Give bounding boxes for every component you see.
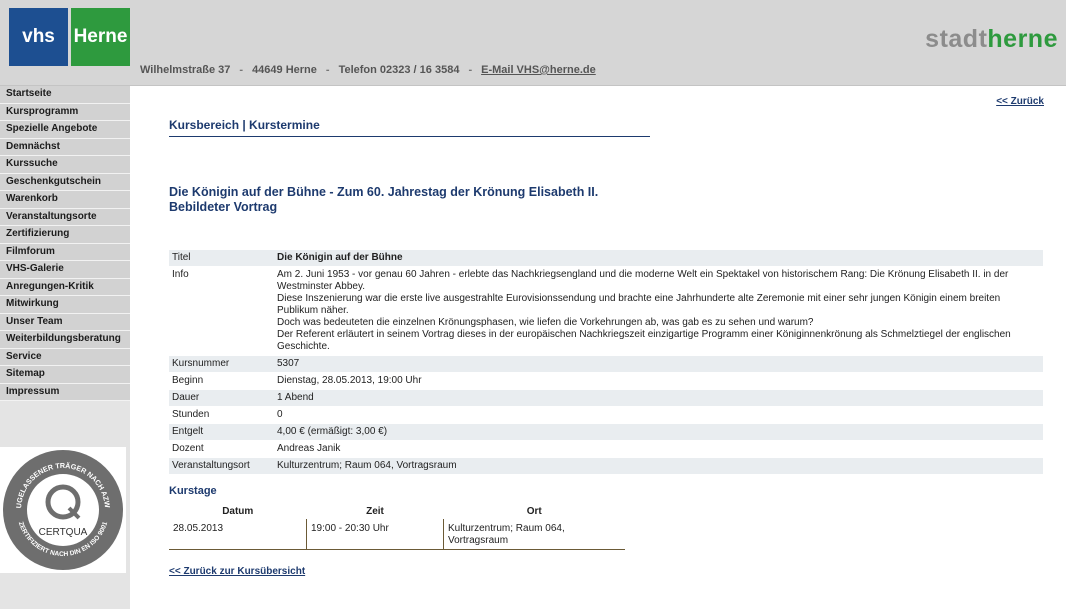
contact-separator: -: [239, 64, 244, 76]
table-row: Stunden 0: [169, 406, 1043, 424]
section-divider: [169, 136, 650, 137]
table-row: Beginn Dienstag, 28.05.2013, 19:00 Uhr: [169, 372, 1043, 390]
detail-label: Kursnummer: [169, 355, 274, 373]
contact-phone: Telefon 02323 / 16 3584: [338, 64, 460, 76]
info-paragraph: Doch was bedeuteten die einzelnen Krönun…: [277, 317, 814, 328]
kurstag-zeit: 19:00 - 20:30 Uhr: [306, 519, 444, 550]
kurstag-ort-line: Vortragsraum: [448, 535, 509, 546]
nav-item-filmforum[interactable]: Filmforum: [0, 243, 130, 261]
detail-value-titel: Die Königin auf der Bühne: [274, 250, 1043, 267]
info-paragraph: Diese Inszenierung war die erste live au…: [277, 293, 1001, 316]
section-title: Kursbereich | Kurstermine: [169, 118, 320, 132]
main-content: << Zurück Kursbereich | Kurstermine Die …: [130, 86, 1066, 609]
nav-item-unser-team[interactable]: Unser Team: [0, 313, 130, 331]
detail-label: Stunden: [169, 406, 274, 424]
detail-label: Beginn: [169, 372, 274, 390]
contact-street: Wilhelmstraße 37: [140, 64, 231, 76]
herne-logo[interactable]: Herne: [71, 8, 130, 66]
certqua-seal[interactable]: ZUGELASSENER TRÄGER NACH AZWV ZERTIFIZIE…: [0, 447, 126, 573]
contact-bar: Wilhelmstraße 37-44649 Herne - Telefon 023…: [140, 64, 596, 76]
brand-stadt: stadt: [925, 25, 988, 53]
seal-name: CERTQUA: [39, 527, 88, 538]
table-row: Veranstaltungsort Kulturzentrum; Raum 06…: [169, 457, 1043, 475]
detail-value-veranstaltungsort: Kulturzentrum; Raum 064, Vortragsraum: [274, 457, 1043, 475]
back-to-overview-link[interactable]: << Zurück zur Kursübersicht: [169, 566, 305, 577]
course-title: Die Königin auf der Bühne - Zum 60. Jahr…: [169, 185, 598, 215]
course-title-line-1: Die Königin auf der Bühne - Zum 60. Jahr…: [169, 185, 599, 199]
brand-herne: herne: [987, 25, 1058, 53]
sidebar-nav: Startseite Kursprogramm Spezielle Angebo…: [0, 86, 130, 401]
nav-item-kursprogramm[interactable]: Kursprogramm: [0, 103, 130, 121]
course-subtitle: Bebildeter Vortrag: [169, 200, 278, 214]
kurstage-table: Datum Zeit Ort 28.05.2013 19:00 - 20:30 …: [169, 504, 625, 550]
nav-item-zertifizierung[interactable]: Zertifizierung: [0, 226, 130, 244]
detail-value-entgelt: 4,00 € (ermäßigt: 3,00 €): [274, 423, 1043, 441]
vhs-logo-text: vhs: [22, 26, 55, 47]
nav-item-warenkorb[interactable]: Warenkorb: [0, 191, 130, 209]
detail-label: Dauer: [169, 389, 274, 407]
detail-label: Veranstaltungsort: [169, 457, 274, 475]
back-link-top[interactable]: << Zurück: [996, 96, 1044, 107]
column-header-datum: Datum: [222, 506, 254, 517]
herne-logo-text: Herne: [73, 26, 128, 47]
contact-separator: -: [468, 64, 473, 76]
stadt-herne-logo[interactable]: stadtherne: [925, 25, 1058, 54]
kurstag-ort: Kulturzentrum; Raum 064, Vortragsraum: [443, 519, 625, 550]
table-row: 28.05.2013 19:00 - 20:30 Uhr Kulturzentr…: [169, 519, 625, 550]
detail-label: Entgelt: [169, 423, 274, 441]
table-row: Dauer 1 Abend: [169, 389, 1043, 407]
detail-value-kursnummer: 5307: [274, 355, 1043, 373]
nav-item-startseite[interactable]: Startseite: [0, 86, 130, 104]
nav-item-kurssuche[interactable]: Kurssuche: [0, 156, 130, 174]
table-row: Kursnummer 5307: [169, 355, 1043, 373]
column-header-ort: Ort: [526, 506, 542, 517]
nav-item-mitwirkung[interactable]: Mitwirkung: [0, 296, 130, 314]
contact-email-link[interactable]: E-Mail VHS@herne.de: [481, 64, 596, 76]
vhs-logo[interactable]: vhs: [9, 8, 68, 66]
sidebar: Startseite Kursprogramm Spezielle Angebo…: [0, 86, 130, 609]
detail-value-info: Am 2. Juni 1953 - vor genau 60 Jahren - …: [274, 266, 1043, 356]
certqua-seal-icon: ZUGELASSENER TRÄGER NACH AZWV ZERTIFIZIE…: [1, 448, 123, 570]
detail-value-dauer: 1 Abend: [274, 389, 1043, 407]
detail-label: Dozent: [169, 440, 274, 458]
table-row: Dozent Andreas Janik: [169, 440, 1043, 458]
info-paragraph: Am 2. Juni 1953 - vor genau 60 Jahren - …: [277, 269, 1009, 292]
nav-item-impressum[interactable]: Impressum: [0, 383, 130, 401]
nav-item-sitemap[interactable]: Sitemap: [0, 366, 130, 384]
nav-item-service[interactable]: Service: [0, 348, 130, 366]
kurstage-heading: Kurstage: [169, 485, 217, 497]
detail-label: Titel: [169, 250, 274, 267]
table-row: Entgelt 4,00 € (ermäßigt: 3,00 €): [169, 423, 1043, 441]
table-row: Info Am 2. Juni 1953 - vor genau 60 Jahr…: [169, 266, 1043, 356]
column-header-zeit: Zeit: [366, 506, 384, 517]
nav-item-veranstaltungsorte[interactable]: Veranstaltungsorte: [0, 208, 130, 226]
nav-item-weiterbildungsberatung[interactable]: Weiterbildungsberatung: [0, 331, 130, 349]
detail-value-dozent: Andreas Janik: [274, 440, 1043, 458]
course-details-table: Titel Die Königin auf der Bühne Info Am …: [169, 250, 1043, 475]
nav-item-anregungen-kritik[interactable]: Anregungen-Kritik: [0, 278, 130, 296]
table-header-row: Datum Zeit Ort: [169, 504, 625, 519]
nav-item-geschenkgutschein[interactable]: Geschenkgutschein: [0, 173, 130, 191]
detail-value-stunden: 0: [274, 406, 1043, 424]
contact-separator: -: [325, 64, 330, 76]
info-paragraph: Der Referent erläutert in seinem Vortrag…: [277, 329, 1011, 352]
detail-value-beginn: Dienstag, 28.05.2013, 19:00 Uhr: [274, 372, 1043, 390]
kurstag-datum: 28.05.2013: [169, 519, 307, 550]
kurstag-ort-line: Kulturzentrum; Raum 064,: [448, 523, 565, 534]
nav-item-demnaechst[interactable]: Demnächst: [0, 138, 130, 156]
detail-label: Info: [169, 266, 274, 356]
nav-item-vhs-galerie[interactable]: VHS-Galerie: [0, 261, 130, 279]
contact-city: 44649 Herne: [252, 64, 317, 76]
page-header: vhs Herne stadtherne Wilhelmstraße 37-44…: [0, 0, 1066, 86]
nav-item-spezielle-angebote[interactable]: Spezielle Angebote: [0, 121, 130, 139]
table-row: Titel Die Königin auf der Bühne: [169, 250, 1043, 267]
